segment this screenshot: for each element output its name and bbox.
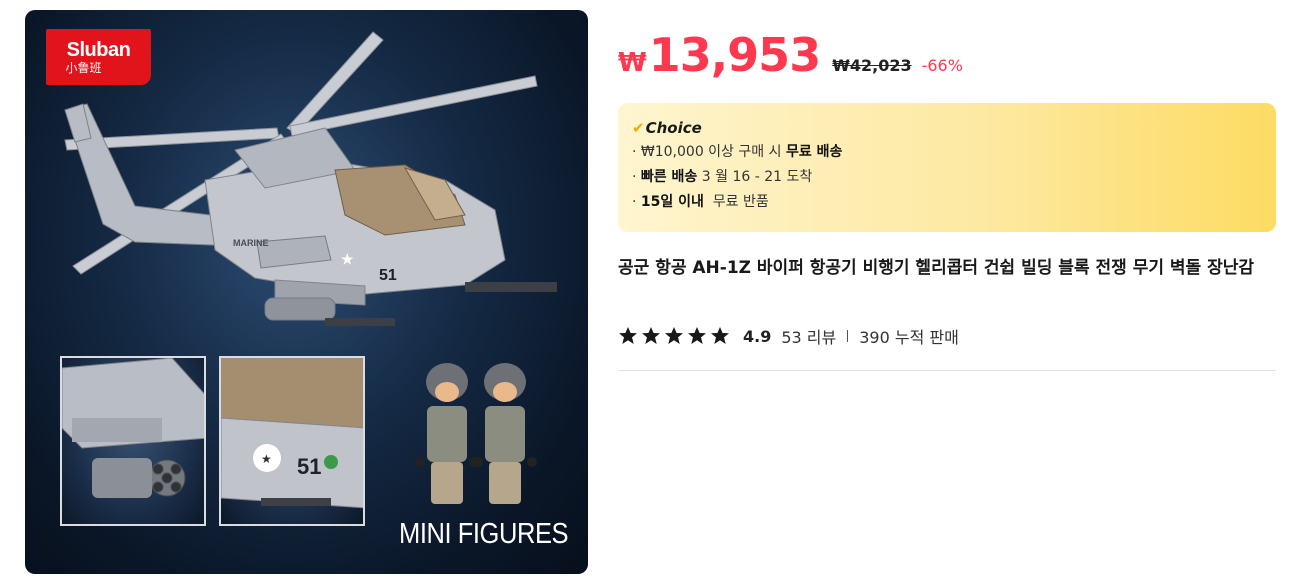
brand-logo: Sluban 小鲁班 [46, 29, 151, 85]
benefit-free-returns: · 15일 이내 무료 반품 [632, 194, 769, 210]
choice-label: Choice [645, 119, 702, 137]
choice-badge: ✔ Choice [632, 118, 1276, 138]
star-icon [642, 327, 660, 344]
choice-benefit-list: · ₩10,000 이상 구매 시 무료 배송 · 빠른 배송 3 월 16 -… [632, 140, 1276, 215]
star-rating [618, 326, 730, 346]
sold-count: 390 누적 판매 [859, 328, 959, 347]
current-price: ₩13,953 [618, 28, 822, 82]
star-roundel: ★ [341, 251, 354, 267]
check-icon: ✔ [632, 119, 645, 137]
currency-symbol: ₩ [618, 48, 647, 78]
star-icon [619, 327, 637, 344]
brand-name: Sluban [66, 38, 131, 61]
brand-subtitle: 小鲁班 [65, 60, 102, 75]
current-price-value: 13,953 [648, 28, 822, 82]
marine-marking: MARINE [233, 238, 269, 248]
benefit-free-shipping: · ₩10,000 이상 구매 시 무료 배송 [632, 144, 843, 160]
svg-text:★: ★ [261, 452, 272, 466]
rating-score: 4.9 [743, 326, 772, 346]
review-count-link[interactable]: 53 리뷰 [781, 324, 836, 348]
detail-inset-cockpit: ★ 51 [219, 356, 365, 526]
inset-hull-number: 51 [297, 454, 321, 479]
hull-number: 51 [379, 267, 397, 284]
divider [847, 330, 849, 342]
benefit-fast-delivery: · 빠른 배송 3 월 16 - 21 도착 [632, 169, 813, 185]
star-icon [711, 327, 729, 344]
choice-benefits-box[interactable]: ✔ Choice · ₩10,000 이상 구매 시 무료 배송 · 빠른 배송… [618, 103, 1276, 232]
product-title: 공군 항공 AH-1Z 바이퍼 항공기 비행기 헬리콥터 건쉽 빌딩 블록 전쟁… [618, 258, 1255, 278]
detail-inset-gun [60, 356, 206, 526]
star-icon [688, 327, 706, 344]
star-icon [665, 327, 683, 344]
section-divider [618, 370, 1276, 371]
original-price: ₩42,023 [832, 56, 912, 75]
product-image[interactable]: ★ MARINE 51 Sluban 小鲁班 ★ 51 MINI FIGURES [25, 10, 588, 574]
discount-badge: -66% [921, 56, 963, 75]
price-row: ₩13,953 ₩42,023 -66% [618, 28, 963, 86]
mini-figures-label: MINI FIGURES [399, 518, 569, 550]
rating-row[interactable]: 4.9 53 리뷰 390 누적 판매 [618, 323, 959, 349]
mini-figure-left [415, 363, 479, 504]
mini-figure-right [473, 363, 537, 504]
